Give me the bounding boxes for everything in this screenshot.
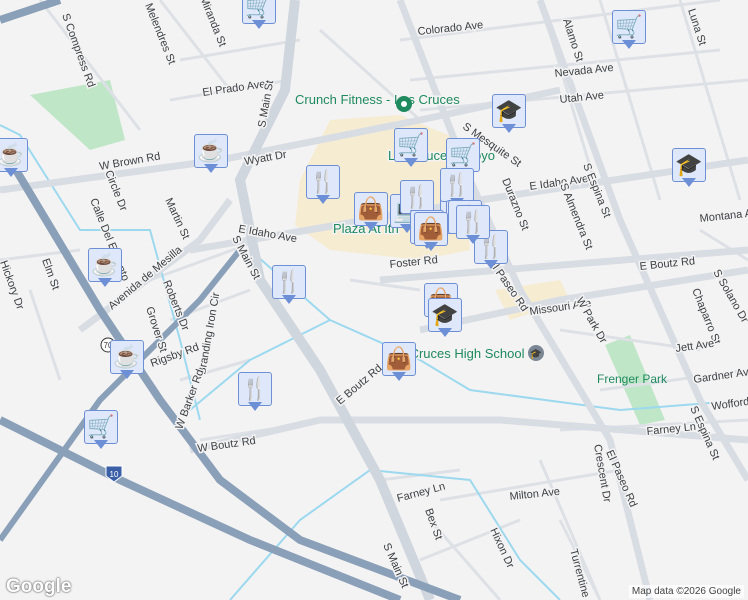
shopping-cart-icon: 🛒 bbox=[84, 410, 118, 444]
street-label: Bex St bbox=[422, 507, 444, 542]
shopping-cart-icon: 🛒 bbox=[446, 138, 480, 172]
svg-text:🎓: 🎓 bbox=[530, 348, 542, 360]
marker-pointer bbox=[502, 124, 516, 133]
coffee-icon: ☕ bbox=[88, 248, 122, 282]
marker-pointer bbox=[98, 278, 112, 287]
graduation-cap-marker[interactable]: 🎓 bbox=[492, 94, 526, 136]
graduation-cap-icon: 🎓 bbox=[492, 94, 526, 128]
marker-pointer bbox=[484, 260, 498, 269]
graduation-cap-marker[interactable]: 🎓 bbox=[428, 298, 462, 340]
marker-pointer bbox=[466, 235, 480, 244]
street-label: Grover St bbox=[143, 305, 169, 353]
shopping-bag-marker[interactable]: 👜 bbox=[382, 342, 416, 384]
coffee-icon: ☕ bbox=[0, 138, 28, 172]
restaurant-icon: 🍴 bbox=[400, 180, 434, 214]
marker-pointer bbox=[622, 40, 636, 49]
graduation-cap-icon: 🎓 bbox=[428, 298, 462, 332]
shopping-cart-icon: 🛒 bbox=[612, 10, 646, 44]
shopping-bag-icon: 👜 bbox=[354, 192, 388, 226]
street-label: El Prado Ave bbox=[202, 78, 266, 99]
graduation-cap-marker[interactable]: 🎓 bbox=[672, 148, 706, 190]
street-label: Utah Ave bbox=[559, 89, 604, 106]
google-logo[interactable]: Google bbox=[6, 576, 71, 598]
map-canvas[interactable]: S Compress Rd Melendres St Miranda St El… bbox=[0, 0, 748, 600]
restaurant-marker[interactable]: 🍴 bbox=[456, 205, 490, 247]
highway-ramp-2 bbox=[0, 0, 62, 24]
coffee-marker[interactable]: ☕ bbox=[110, 340, 144, 382]
school-pin-icon[interactable]: 🎓 bbox=[528, 345, 544, 361]
street-label: Gardner Ave bbox=[693, 366, 748, 386]
street-label: Miranda St bbox=[197, 0, 228, 48]
restaurant-marker[interactable]: 🍴 bbox=[238, 372, 272, 414]
marker-pointer bbox=[392, 372, 406, 381]
coffee-icon: ☕ bbox=[194, 134, 228, 168]
street-label: S Compress Rd bbox=[59, 12, 97, 89]
coffee-icon: ☕ bbox=[110, 340, 144, 374]
street-label: Martin St bbox=[162, 196, 191, 241]
coffee-marker[interactable]: ☕ bbox=[88, 248, 122, 290]
marker-pointer bbox=[94, 440, 108, 449]
shopping-cart-marker[interactable]: 🛒 bbox=[84, 410, 118, 452]
street-label: W Park Dr bbox=[573, 296, 609, 346]
restaurant-icon: 🍴 bbox=[306, 165, 340, 199]
svg-text:10: 10 bbox=[110, 470, 119, 479]
marker-pointer bbox=[438, 328, 452, 337]
shopping-cart-marker[interactable]: 🛒 bbox=[612, 10, 646, 52]
shopping-cart-icon: 🛒 bbox=[394, 128, 428, 162]
coffee-marker[interactable]: ☕ bbox=[194, 134, 228, 176]
restaurant-icon: 🍴 bbox=[440, 168, 474, 202]
restaurant-marker[interactable]: 🍴 bbox=[272, 265, 306, 307]
restaurant-icon: 🍴 bbox=[272, 265, 306, 299]
shopping-cart-marker[interactable]: 🛒 bbox=[394, 128, 428, 170]
poi-crunch-fitness[interactable]: Crunch Fitness - Las Cruces bbox=[294, 91, 462, 109]
place-pin-icon[interactable] bbox=[396, 96, 412, 112]
street-label: Jett Ave bbox=[675, 338, 715, 355]
marker-pointer bbox=[316, 195, 330, 204]
marker-pointer bbox=[248, 402, 262, 411]
marker-pointer bbox=[252, 20, 266, 29]
marker-pointer bbox=[364, 222, 378, 231]
marker-pointer bbox=[282, 295, 296, 304]
marker-pointer bbox=[682, 178, 696, 187]
restaurant-marker[interactable]: 🍴 bbox=[306, 165, 340, 207]
poi-frenger-park[interactable]: Frenger Park bbox=[597, 372, 668, 386]
map-attribution[interactable]: Map data ©2026 Google bbox=[628, 585, 744, 598]
street-label: Hickory Dr bbox=[0, 259, 26, 312]
street-label: Chaparro St bbox=[689, 287, 722, 346]
shopping-bag-marker[interactable]: 👜 bbox=[354, 192, 388, 234]
street-label: Melendres St bbox=[142, 2, 177, 67]
shopping-bag-icon: 👜 bbox=[414, 212, 448, 246]
restaurant-icon: 🍴 bbox=[456, 205, 490, 239]
shopping-cart-marker[interactable]: 🛒 bbox=[242, 0, 276, 32]
street-label: E Boutz Rd bbox=[334, 362, 384, 407]
shopping-bag-icon: 👜 bbox=[382, 342, 416, 376]
street-label: Wofford bbox=[711, 396, 748, 413]
marker-pointer bbox=[404, 158, 418, 167]
street-label: Elm St bbox=[39, 257, 61, 292]
coffee-marker[interactable]: ☕ bbox=[0, 138, 28, 180]
graduation-cap-icon: 🎓 bbox=[672, 148, 706, 182]
street-label: S Almendra St bbox=[557, 182, 594, 252]
street-label: Farney Ln bbox=[396, 480, 447, 504]
restaurant-icon: 🍴 bbox=[238, 372, 272, 406]
marker-pointer bbox=[204, 164, 218, 173]
street-label: Durazno St bbox=[499, 177, 531, 233]
shopping-bag-marker[interactable]: 👜 bbox=[414, 212, 448, 254]
marker-pointer bbox=[120, 370, 134, 379]
marker-pointer bbox=[4, 168, 18, 177]
street-label: Montana Ave bbox=[699, 206, 748, 225]
marker-pointer bbox=[424, 242, 438, 251]
